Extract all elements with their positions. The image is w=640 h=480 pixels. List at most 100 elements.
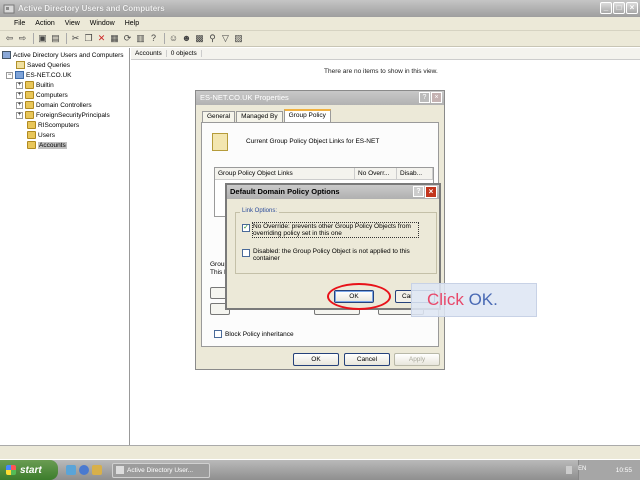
close-button[interactable]: ×	[626, 2, 638, 14]
show-desktop-icon[interactable]	[66, 465, 76, 475]
system-tray: 10:55	[578, 460, 640, 480]
properties-apply-button[interactable]: Apply	[394, 353, 440, 366]
windows-logo-icon	[6, 465, 16, 475]
empty-view-message: There are no items to show in this view.	[324, 68, 438, 75]
object-count: 0 objects	[167, 50, 202, 57]
gpo-links-caption: Current Group Policy Object Links for ES…	[246, 138, 380, 145]
help-icon[interactable]: ?	[148, 33, 159, 44]
saved-queries-icon	[16, 61, 25, 69]
folder-icon	[27, 131, 36, 139]
instruction-callout: Click OK.	[411, 283, 537, 317]
properties-help-button[interactable]: ?	[419, 92, 430, 103]
tab-managed-by[interactable]: Managed By	[236, 111, 283, 122]
add-to-group-icon[interactable]: ▨	[233, 33, 244, 44]
new-user-icon[interactable]: ☺	[168, 33, 179, 44]
tree-item-users[interactable]: Users	[27, 130, 55, 140]
tree-item-domain[interactable]: − ES-NET.CO.UK	[6, 70, 72, 80]
domain-icon	[15, 71, 24, 79]
tab-group-policy[interactable]: Group Policy	[283, 109, 331, 122]
menu-help[interactable]: Help	[120, 20, 144, 27]
details-header: Accounts 0 objects	[131, 48, 640, 60]
show-tree-icon[interactable]: ▤	[50, 33, 61, 44]
properties-cancel-button[interactable]: Cancel	[344, 353, 390, 366]
policy-options-close-button[interactable]: ×	[425, 186, 437, 198]
find-icon[interactable]: ⚲	[207, 33, 218, 44]
expand-icon[interactable]: +	[16, 111, 23, 119]
properties-dialog-title: ES-NET.CO.UK Properties	[196, 91, 444, 105]
ou-folder-icon	[27, 121, 36, 129]
tree-item-accounts[interactable]: Accounts	[27, 140, 67, 150]
link-options-group: Link Options: ✓ No Override: prevents ot…	[235, 208, 437, 274]
clock[interactable]: 10:55	[616, 467, 632, 474]
ou-folder-icon	[25, 101, 34, 109]
tree-item-computers[interactable]: + Computers	[16, 90, 68, 100]
language-indicator[interactable]: EN	[578, 466, 586, 472]
tree-item-domain-controllers[interactable]: + Domain Controllers	[16, 100, 92, 110]
policy-options-title: Default Domain Policy Options	[227, 185, 439, 199]
disabled-option[interactable]: Disabled: the Group Policy Object is not…	[242, 248, 428, 262]
refresh-icon[interactable]: ⟳	[122, 33, 133, 44]
ad-users-computers-icon	[116, 466, 124, 474]
callout-text: Click	[427, 290, 464, 309]
folder-icon	[25, 91, 34, 99]
ad-root-icon	[2, 51, 11, 59]
tree-root[interactable]: Active Directory Users and Computers	[2, 50, 124, 60]
menu-action[interactable]: Action	[30, 20, 59, 27]
properties-ok-button[interactable]: OK	[293, 353, 339, 366]
tree-item-builtin[interactable]: + Builtin	[16, 80, 54, 90]
taskbar-item-ad-users[interactable]: Active Directory User...	[112, 462, 210, 478]
toolbar-separator	[33, 33, 34, 44]
start-button[interactable]: start	[0, 460, 58, 480]
tray-icon[interactable]	[566, 466, 572, 474]
toolbar-separator	[164, 33, 165, 44]
menu-view[interactable]: View	[60, 20, 85, 27]
export-list-icon[interactable]: ▥	[135, 33, 146, 44]
col-no-override[interactable]: No Overr...	[355, 168, 397, 179]
filter-icon[interactable]: ▽	[220, 33, 231, 44]
tree-item-foreign-security-principals[interactable]: + ForeignSecurityPrincipals	[16, 110, 110, 120]
no-override-option[interactable]: ✓ No Override: prevents other Group Poli…	[242, 222, 419, 238]
properties-close-button[interactable]: ×	[431, 92, 442, 103]
internet-explorer-icon[interactable]	[79, 465, 89, 475]
copy-icon[interactable]: ❐	[83, 33, 94, 44]
block-inheritance-option[interactable]: Block Policy inheritance	[214, 330, 294, 338]
properties-icon[interactable]: ▦	[109, 33, 120, 44]
tab-general[interactable]: General	[202, 111, 236, 122]
back-arrow-icon[interactable]: ⇦	[4, 33, 15, 44]
cut-icon[interactable]: ✂	[70, 33, 81, 44]
group-policy-icon	[212, 133, 228, 151]
tree-item-saved-queries[interactable]: Saved Queries	[16, 60, 70, 70]
minimize-button[interactable]: _	[600, 2, 612, 14]
toolbar: ⇦ ⇨ ▣ ▤ ✂ ❐ ✕ ▦ ⟳ ▥ ? ☺ ☻ ▩ ⚲ ▽ ▨	[0, 31, 640, 47]
explorer-icon[interactable]	[92, 465, 102, 475]
menu-window[interactable]: Window	[85, 20, 120, 27]
block-inheritance-checkbox[interactable]	[214, 330, 222, 338]
highlight-circle	[327, 283, 391, 310]
callout-target: OK.	[468, 290, 498, 309]
no-override-checkbox[interactable]: ✓	[242, 224, 250, 232]
current-folder-label: Accounts	[131, 50, 167, 57]
col-disabled[interactable]: Disab...	[397, 168, 433, 179]
status-bar	[0, 445, 640, 459]
forward-arrow-icon[interactable]: ⇨	[17, 33, 28, 44]
menu-file[interactable]: File	[0, 20, 30, 27]
collapse-icon[interactable]: −	[6, 71, 13, 79]
up-folder-icon[interactable]: ▣	[37, 33, 48, 44]
new-group-icon[interactable]: ☻	[181, 33, 192, 44]
expand-icon[interactable]: +	[16, 81, 23, 89]
folder-icon	[25, 111, 34, 119]
maximize-button[interactable]: □	[613, 2, 625, 14]
delete-icon[interactable]: ✕	[96, 33, 107, 44]
ad-users-computers-icon	[3, 4, 15, 13]
new-ou-icon[interactable]: ▩	[194, 33, 205, 44]
expand-icon[interactable]: +	[16, 91, 23, 99]
col-gpo-links[interactable]: Group Policy Object Links	[215, 168, 355, 179]
expand-icon[interactable]: +	[16, 101, 23, 109]
tree-item-riscomputers[interactable]: RIScomputers	[27, 120, 79, 130]
taskbar: start Active Directory User... 10:55	[0, 460, 640, 480]
link-options-legend: Link Options:	[240, 208, 280, 214]
quick-launch	[66, 465, 102, 475]
folder-icon	[25, 81, 34, 89]
disabled-checkbox[interactable]	[242, 249, 250, 257]
policy-options-help-button[interactable]: ?	[413, 186, 424, 197]
